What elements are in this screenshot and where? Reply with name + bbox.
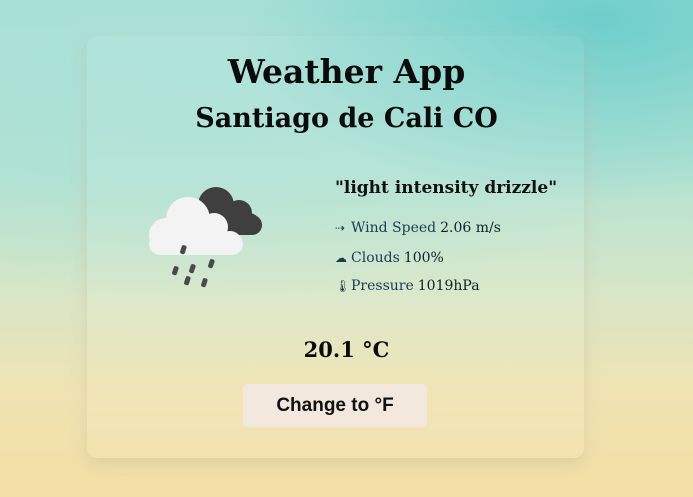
cloud-icon: ☁	[335, 251, 347, 265]
thermometer-icon: 🌡	[335, 279, 351, 293]
weather-icon	[144, 183, 268, 293]
pressure-value: 1019hPa	[417, 278, 480, 294]
clouds-value: 100%	[403, 250, 444, 266]
temperature: 20.1 °C	[303, 337, 390, 362]
wind-speed-row: ⇢ Wind Speed 2.06 m/s	[335, 220, 501, 236]
city-name: Santiago de Cali CO	[195, 103, 498, 134]
pressure-label: Pressure	[351, 278, 414, 294]
change-unit-button[interactable]: Change to °F	[243, 384, 427, 427]
wind-speed-label: Wind Speed	[351, 220, 437, 236]
weather-description: "light intensity drizzle"	[335, 178, 558, 198]
arrow-right-icon: ⇢	[335, 221, 346, 235]
cloud-rain-icon	[149, 187, 262, 288]
clouds-row: ☁ Clouds 100%	[335, 250, 444, 266]
wind-speed-value: 2.06 m/s	[440, 220, 501, 236]
pressure-row: 🌡 Pressure 1019hPa	[335, 278, 480, 294]
app-title: Weather App	[227, 52, 466, 91]
clouds-label: Clouds	[351, 250, 400, 266]
